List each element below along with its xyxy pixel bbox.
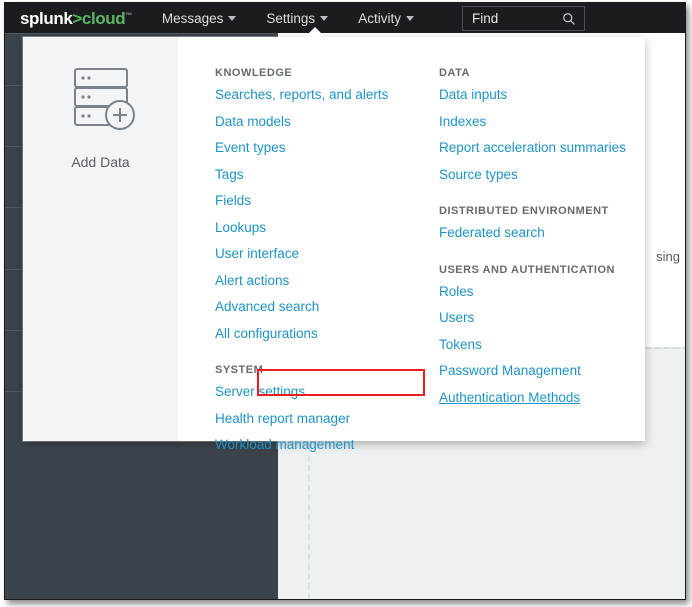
horizontal-dashed-guide	[645, 347, 686, 349]
background-partial-text: sing	[656, 249, 680, 264]
menu-column-knowledge: KNOWLEDGE Searches, reports, and alerts …	[215, 67, 425, 465]
menu-item-workload-management[interactable]: Workload management	[215, 438, 425, 452]
chevron-down-icon	[228, 16, 236, 21]
search-input-value: Find	[472, 11, 498, 26]
rail-divider	[5, 33, 278, 34]
add-data-button[interactable]: Add Data	[23, 63, 178, 170]
menu-item-users[interactable]: Users	[439, 311, 649, 325]
add-data-label: Add Data	[23, 154, 178, 170]
logo-product-text: cloud	[82, 9, 125, 28]
menu-item-health-report-manager[interactable]: Health report manager	[215, 412, 425, 426]
menu-item-password-management[interactable]: Password Management	[439, 364, 649, 378]
nav-item-settings[interactable]: Settings	[266, 11, 328, 26]
menu-item-user-interface[interactable]: User interface	[215, 247, 425, 261]
menu-item-indexes[interactable]: Indexes	[439, 115, 649, 129]
menu-item-federated-search[interactable]: Federated search	[439, 226, 649, 240]
menu-item-roles[interactable]: Roles	[439, 285, 649, 299]
menu-item-data-inputs[interactable]: Data inputs	[439, 88, 649, 102]
chevron-down-icon	[320, 16, 328, 21]
menu-item-tags[interactable]: Tags	[215, 168, 425, 182]
menu-item-source-types[interactable]: Source types	[439, 168, 649, 182]
menu-left-panel: Add Data	[23, 37, 178, 441]
nav-item-settings-label: Settings	[266, 11, 315, 26]
nav-item-activity[interactable]: Activity	[358, 11, 414, 26]
menu-item-authentication-methods[interactable]: Authentication Methods	[439, 391, 649, 405]
section-title-knowledge: KNOWLEDGE	[215, 67, 425, 79]
menu-item-lookups[interactable]: Lookups	[215, 221, 425, 235]
menu-item-alert-actions[interactable]: Alert actions	[215, 274, 425, 288]
nav-item-messages[interactable]: Messages	[162, 11, 237, 26]
menu-item-server-settings[interactable]: Server settings	[215, 385, 425, 399]
menu-columns: KNOWLEDGE Searches, reports, and alerts …	[178, 37, 645, 441]
logo-trademark: ™	[125, 12, 132, 19]
logo-splunk-text: splunk	[20, 9, 72, 28]
menu-item-all-configurations[interactable]: All configurations	[215, 327, 425, 341]
splunk-cloud-logo[interactable]: splunk>cloud™	[20, 10, 132, 27]
menu-item-advanced-search[interactable]: Advanced search	[215, 300, 425, 314]
section-title-data: DATA	[439, 67, 649, 79]
section-title-users-and-authentication: USERS AND AUTHENTICATION	[439, 264, 649, 276]
menu-item-report-acceleration-summaries[interactable]: Report acceleration summaries	[439, 141, 649, 155]
chevron-down-icon	[406, 16, 414, 21]
menu-column-data: DATA Data inputs Indexes Report accelera…	[439, 67, 649, 417]
section-title-system: SYSTEM	[215, 364, 425, 376]
browser-frame: sing splunk>cloud™ Messages Settings Act…	[4, 2, 686, 600]
nav-item-activity-label: Activity	[358, 11, 401, 26]
server-stack-add-icon	[65, 63, 137, 131]
menu-item-fields[interactable]: Fields	[215, 194, 425, 208]
search-icon	[562, 12, 576, 26]
menu-item-tokens[interactable]: Tokens	[439, 338, 649, 352]
menu-pointer-caret	[304, 27, 326, 38]
search-input[interactable]: Find	[462, 6, 585, 31]
logo-separator: >	[72, 9, 82, 28]
menu-item-event-types[interactable]: Event types	[215, 141, 425, 155]
screenshot-root: sing splunk>cloud™ Messages Settings Act…	[0, 0, 692, 607]
section-title-distributed-environment: DISTRIBUTED ENVIRONMENT	[439, 205, 649, 217]
menu-item-data-models[interactable]: Data models	[215, 115, 425, 129]
menu-item-searches-reports-alerts[interactable]: Searches, reports, and alerts	[215, 88, 425, 102]
nav-item-messages-label: Messages	[162, 11, 224, 26]
top-navigation-bar: splunk>cloud™ Messages Settings Activity…	[5, 3, 686, 33]
settings-dropdown-menu: Add Data KNOWLEDGE Searches, reports, an…	[23, 37, 645, 441]
